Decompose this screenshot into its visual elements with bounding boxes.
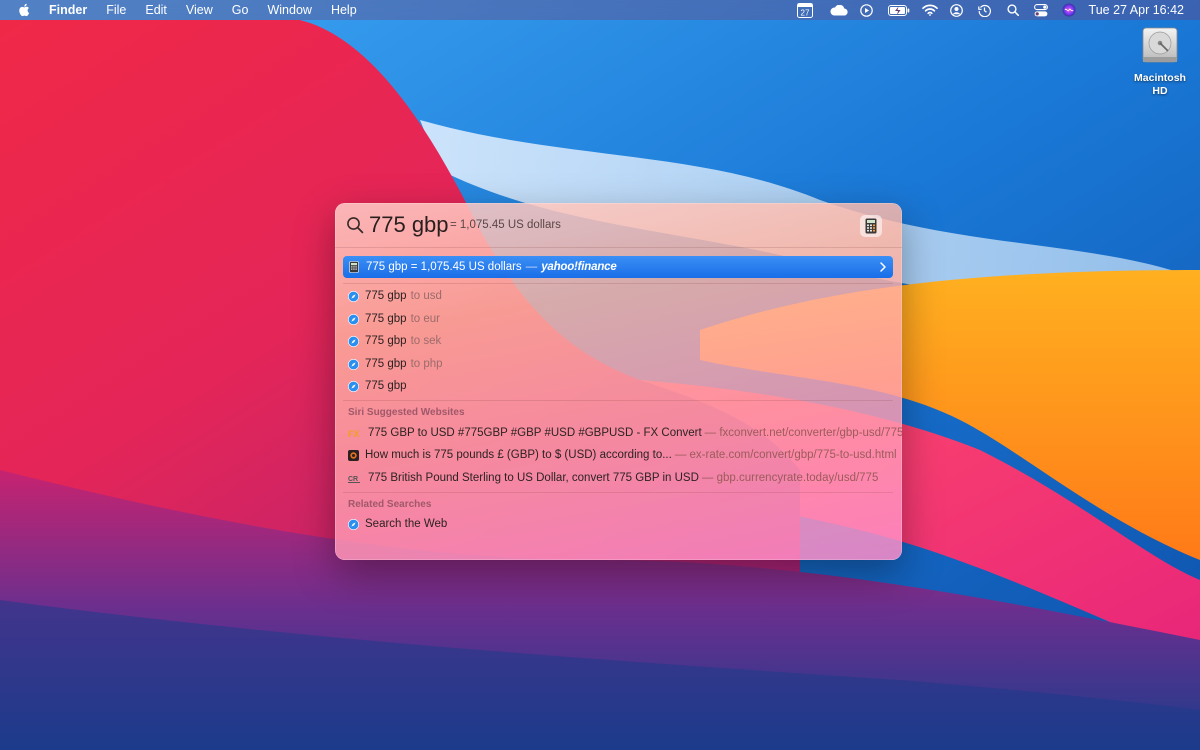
safari-icon	[348, 335, 359, 347]
website-row[interactable]: CR 775 British Pound Sterling to US Doll…	[348, 469, 878, 487]
suggestion-suffix: to php	[410, 358, 443, 370]
website-row[interactable]: FX 775 GBP to USD #775GBP #GBP #USD #GBP…	[348, 424, 902, 442]
icloud-icon[interactable]	[829, 0, 849, 20]
menu-app-name[interactable]: Finder	[49, 0, 87, 20]
safari-icon	[348, 358, 359, 370]
top-hit-row[interactable]: 775 gbp = 1,075.45 US dollars — yahoo!fi…	[343, 256, 893, 278]
calculator-small-icon	[348, 261, 360, 273]
menu-go[interactable]: Go	[232, 0, 249, 20]
fxconvert-favicon-icon: FX	[348, 428, 362, 439]
suggestion-row[interactable]: 775 gbp to usd	[348, 287, 442, 305]
user-icon[interactable]	[949, 0, 965, 20]
apple-menu-icon[interactable]	[17, 3, 31, 17]
search-icon	[346, 216, 364, 234]
yahoo-finance-logo: yahoo!finance	[541, 261, 617, 273]
safari-icon	[348, 380, 359, 392]
svg-text:FX: FX	[348, 429, 360, 439]
suggestion-query: 775 gbp	[365, 313, 407, 325]
suggestion-suffix: to usd	[410, 290, 442, 302]
menu-file[interactable]: File	[106, 0, 126, 20]
suggestion-query: 775 gbp	[365, 335, 407, 347]
inline-conversion-result: = 1,075.45 US dollars	[450, 219, 561, 231]
suggestion-suffix: to sek	[410, 335, 442, 347]
spotlight-icon[interactable]	[1005, 0, 1021, 20]
currencyrate-favicon-icon: CR	[348, 473, 362, 484]
spotlight-window: 775 gbp = 1,075.45 US dollars 775 gbp = …	[335, 203, 902, 560]
menu-view[interactable]: View	[186, 0, 213, 20]
website-title: How much is 775 pounds £ (GBP) to $ (USD…	[365, 449, 672, 461]
website-title: 775 British Pound Sterling to US Dollar,…	[368, 472, 699, 484]
search-the-web-label: Search the Web	[365, 518, 448, 530]
divider	[343, 400, 893, 401]
website-url: — ex-rate.com/convert/gbp/775-to-usd.htm…	[674, 449, 897, 461]
website-url: — gbp.currencyrate.today/usd/775	[701, 472, 879, 484]
play-icon[interactable]	[859, 0, 875, 20]
menu-help[interactable]: Help	[331, 0, 357, 20]
website-title: 775 GBP to USD #775GBP #GBP #USD #GBPUSD…	[368, 427, 702, 439]
related-searches-heading: Related Searches	[348, 499, 432, 510]
calculator-icon[interactable]	[860, 215, 882, 237]
suggestion-suffix: to eur	[410, 313, 440, 325]
top-hit-text: 775 gbp = 1,075.45 US dollars	[366, 261, 522, 273]
spotlight-search-bar: 775 gbp = 1,075.45 US dollars	[335, 203, 902, 248]
menu-edit[interactable]: Edit	[145, 0, 167, 20]
top-hit-dash: —	[525, 261, 538, 273]
suggestion-query: 775 gbp	[365, 380, 407, 392]
chevron-right-icon	[879, 260, 887, 274]
control-center-icon[interactable]	[1033, 0, 1049, 20]
hard-drive-icon	[1140, 26, 1180, 66]
search-input[interactable]: 775 gbp	[369, 212, 449, 238]
website-row[interactable]: How much is 775 pounds £ (GBP) to $ (USD…	[348, 446, 897, 464]
safari-icon	[348, 313, 359, 325]
macintosh-hd-desktop-icon[interactable]: Macintosh HD	[1130, 26, 1190, 98]
suggestion-row[interactable]: 775 gbp to php	[348, 355, 443, 373]
svg-text:CR: CR	[348, 476, 358, 483]
calendar-day: 27	[800, 8, 809, 17]
suggestion-query: 775 gbp	[365, 290, 407, 302]
website-url: — fxconvert.net/converter/gbp-usd/775	[704, 427, 902, 439]
wifi-icon[interactable]	[921, 0, 939, 20]
siri-icon[interactable]	[1061, 0, 1077, 20]
menu-bar: Finder File Edit View Go Window Help 27	[0, 0, 1200, 20]
divider	[343, 283, 893, 284]
suggestion-query: 775 gbp	[365, 358, 407, 370]
suggestion-row[interactable]: 775 gbp to sek	[348, 332, 441, 350]
safari-icon	[348, 290, 359, 302]
menu-clock[interactable]: Tue 27 Apr 16:42	[1089, 3, 1184, 17]
suggestion-row[interactable]: 775 gbp to eur	[348, 310, 440, 328]
search-the-web-row[interactable]: Search the Web	[348, 515, 447, 533]
calendar-icon[interactable]: 27	[793, 0, 817, 20]
battery-icon[interactable]	[887, 0, 911, 20]
time-machine-icon[interactable]	[977, 0, 993, 20]
macintosh-hd-label: Macintosh HD	[1134, 72, 1186, 97]
suggestion-row[interactable]: 775 gbp	[348, 377, 407, 395]
ex-rate-favicon-icon	[348, 449, 359, 461]
siri-suggested-websites-heading: Siri Suggested Websites	[348, 407, 465, 418]
divider	[343, 492, 893, 493]
safari-icon	[348, 518, 359, 530]
menu-window[interactable]: Window	[267, 0, 311, 20]
